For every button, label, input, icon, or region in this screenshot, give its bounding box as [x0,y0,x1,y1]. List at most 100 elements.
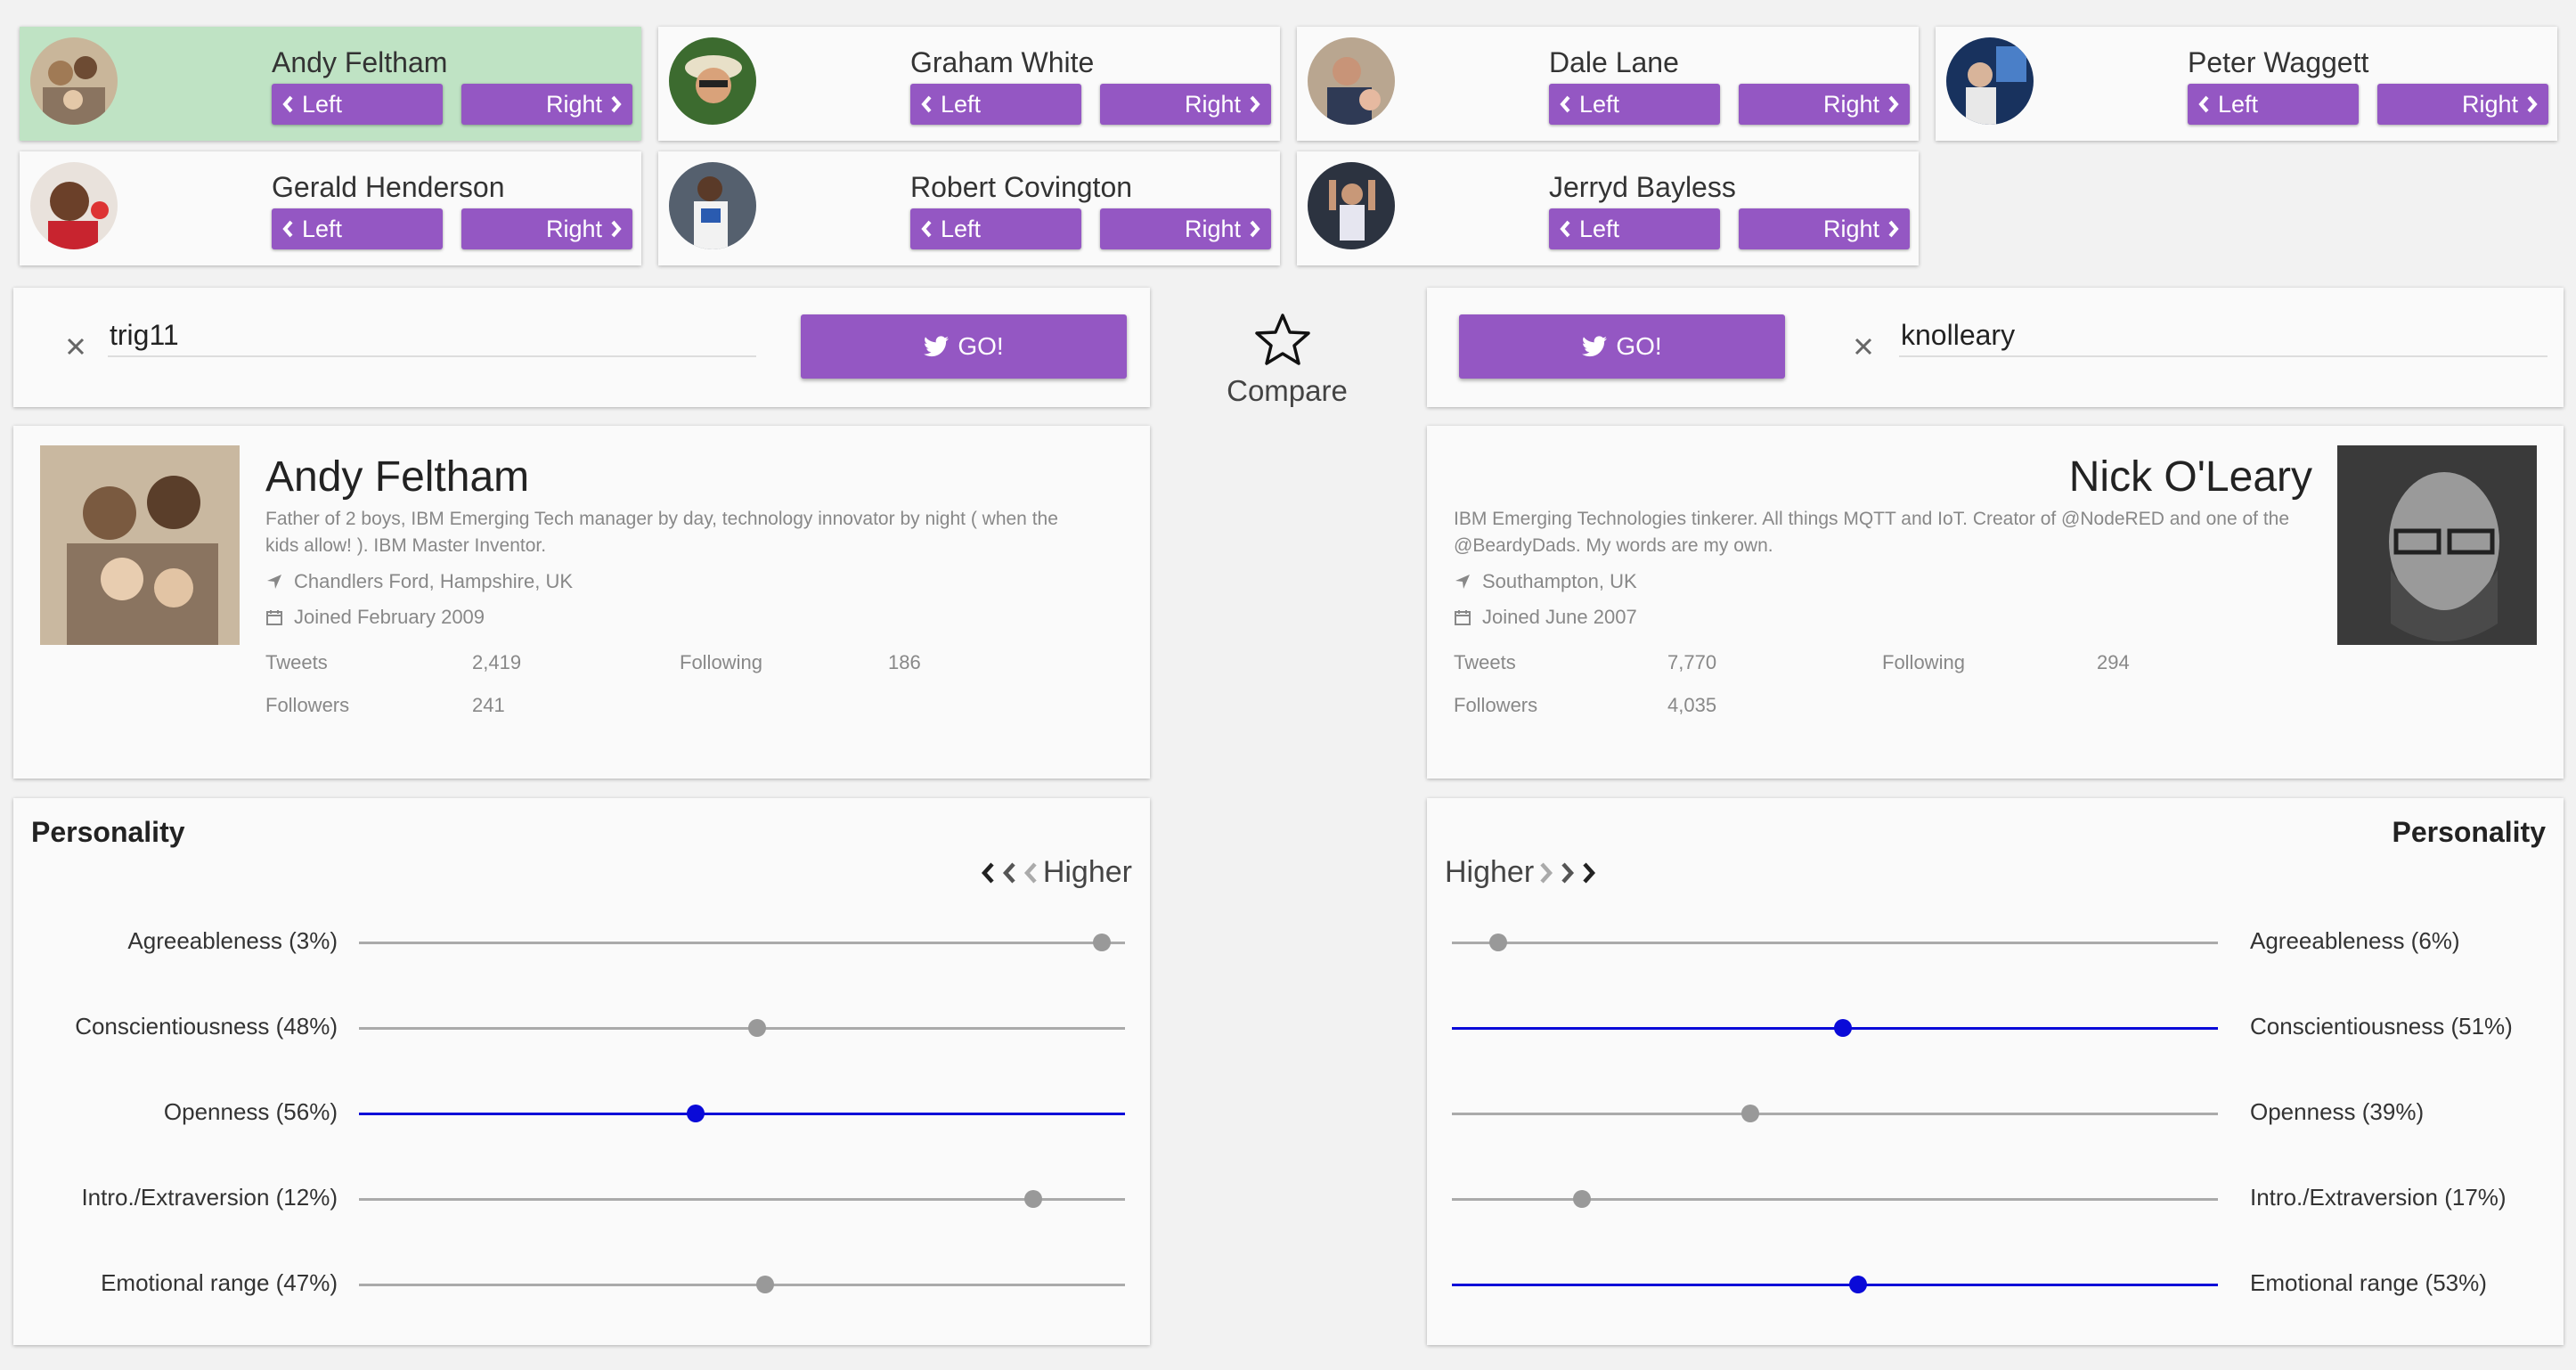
profile-photo [40,445,240,645]
avatar [669,37,756,125]
person-card-robert-covington[interactable]: Robert Covington Left Right [658,151,1280,265]
slider-thumb[interactable] [1093,934,1112,951]
trait-slider[interactable] [1452,1274,2218,1295]
chevron-left-icon [1560,95,1570,113]
profile-location: Southampton, UK [1454,570,1637,593]
person-card-andy-feltham[interactable]: Andy Feltham Left Right [20,27,641,141]
trait-label: Emotional range (47%) [101,1269,338,1296]
right-button[interactable]: Right [1100,208,1271,249]
right-button[interactable]: Right [461,208,632,249]
trait-label: Openness (39%) [2250,1098,2425,1125]
left-button-label: Left [2218,90,2259,118]
left-button[interactable]: Left [1549,84,1720,125]
slider-thumb[interactable] [1023,1190,1042,1208]
personality-title: Personality [2392,816,2546,848]
left-button[interactable]: Left [272,84,443,125]
person-name: Peter Waggett [2188,46,2369,78]
left-go-button[interactable]: GO! [801,314,1127,379]
person-name: Dale Lane [1549,46,1679,78]
slider-thumb[interactable] [755,1276,774,1293]
left-button[interactable]: Left [272,208,443,249]
trait-slider[interactable] [359,1017,1125,1039]
person-card-dale-lane[interactable]: Dale Lane Left Right [1297,27,1919,141]
higher-indicator: Higher [979,855,1132,890]
twitter-icon [924,336,950,357]
left-button[interactable]: Left [910,208,1081,249]
right-go-button[interactable]: GO! [1459,314,1785,379]
chevron-right-icon [1250,220,1260,238]
clear-icon[interactable] [56,327,95,366]
compare-label[interactable]: Compare [1185,374,1390,408]
person-card-graham-white[interactable]: Graham White Left Right [658,27,1280,141]
left-button-label: Left [302,90,343,118]
profile-joined: Joined June 2007 [1454,606,1637,629]
left-profile-card: Andy Feltham Father of 2 boys, IBM Emerg… [13,426,1150,779]
chevron-left-icon [2198,95,2209,113]
trait-slider[interactable] [1452,1103,2218,1124]
left-username-input[interactable] [108,314,756,357]
trait-slider[interactable] [359,932,1125,953]
joined-text: Joined February 2009 [294,606,485,628]
trait-slider[interactable] [359,1103,1125,1124]
following-value: 294 [2097,651,2130,673]
slider-thumb[interactable] [687,1105,705,1122]
profile-bio: Father of 2 boys, IBM Emerging Tech mana… [265,509,1058,556]
slider-thumb[interactable] [1488,934,1507,951]
trait-slider[interactable] [1452,1017,2218,1039]
chevron-left-icon [1023,861,1037,884]
go-label: GO! [958,332,1004,360]
left-button-label: Left [1579,215,1620,242]
location-arrow-icon [1455,575,1470,589]
slider-thumb[interactable] [748,1019,767,1037]
chevron-left-icon [921,220,932,238]
right-button-label: Right [1184,90,1241,118]
trait-slider[interactable] [359,1188,1125,1210]
left-button[interactable]: Left [910,84,1081,125]
trait-slider[interactable] [1452,1188,2218,1210]
profile-location: Chandlers Ford, Hampshire, UK [265,570,573,593]
trait-label: Intro./Extraversion (12%) [81,1184,338,1211]
avatar [30,37,118,125]
left-button[interactable]: Left [2188,84,2359,125]
chevron-right-icon [611,95,622,113]
trait-slider[interactable] [1452,932,2218,953]
right-button[interactable]: Right [1100,84,1271,125]
right-profile-card: Nick O'Leary IBM Emerging Technologies t… [1427,426,2564,779]
following-value: 186 [888,651,921,673]
slider-thumb[interactable] [1573,1190,1592,1208]
avatar [30,162,118,249]
slider-thumb[interactable] [1833,1019,1852,1037]
left-button-label: Left [1579,90,1620,118]
trait-label: Intro./Extraversion (17%) [2250,1184,2507,1211]
person-card-peter-waggett[interactable]: Peter Waggett Left Right [1936,27,2557,141]
left-button-label: Left [941,90,982,118]
right-button[interactable]: Right [1739,208,1910,249]
right-button[interactable]: Right [461,84,632,125]
person-card-jerryd-bayless[interactable]: Jerryd Bayless Left Right [1297,151,1919,265]
clear-icon[interactable] [1844,327,1883,366]
following-label: Following [1882,651,1965,673]
right-button[interactable]: Right [2377,84,2548,125]
chevron-right-icon [1561,861,1575,884]
left-button[interactable]: Left [1549,208,1720,249]
chevron-right-icon [1250,95,1260,113]
person-name: Andy Feltham [272,46,448,78]
right-button[interactable]: Right [1739,84,1910,125]
higher-indicator: Higher [1445,855,1598,890]
followers-label: Followers [1454,694,1538,716]
right-button-label: Right [1184,215,1241,242]
avatar [1308,162,1395,249]
trait-slider[interactable] [359,1274,1125,1295]
left-search-bar: GO! [13,288,1150,407]
chevron-left-icon [981,861,994,884]
person-card-gerald-henderson[interactable]: Gerald Henderson Left Right [20,151,641,265]
slider-thumb[interactable] [1741,1105,1760,1122]
profile-joined: Joined February 2009 [265,606,485,629]
followers-label: Followers [265,694,350,716]
profile-bio: IBM Emerging Technologies tinkerer. All … [1454,509,2290,556]
right-username-input[interactable] [1899,314,2547,357]
person-name: Graham White [910,46,1095,78]
slider-thumb[interactable] [1848,1276,1867,1293]
go-label: GO! [1616,332,1662,360]
star-icon[interactable] [1254,312,1311,367]
